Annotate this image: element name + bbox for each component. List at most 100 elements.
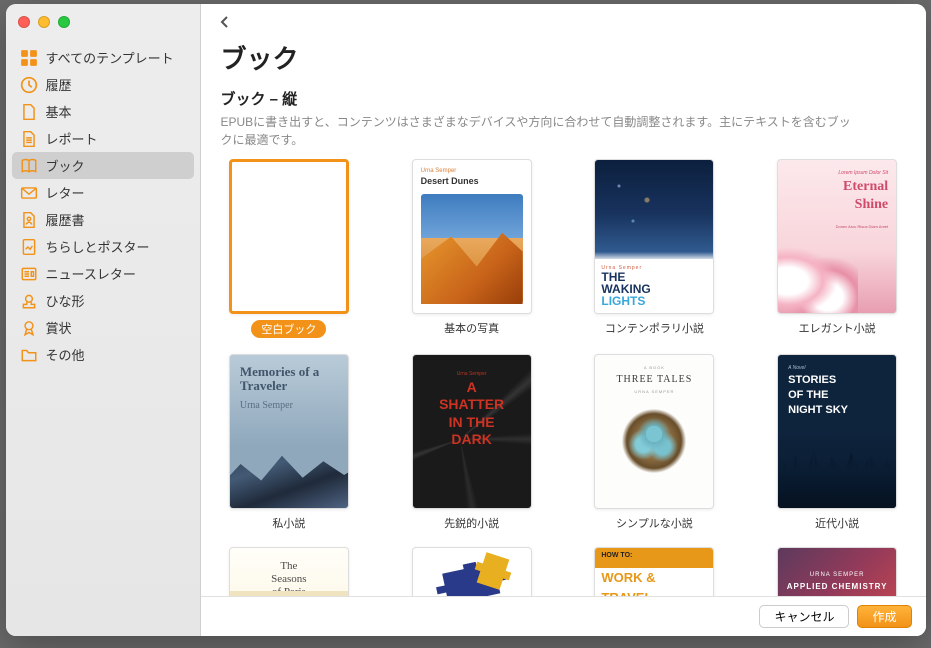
- template-card[interactable]: Urna SemperASHATTERIN THEDARK先鋭的小説: [403, 354, 540, 531]
- envelope-icon: [20, 185, 38, 201]
- cover-title: THREE TALES: [603, 374, 705, 385]
- cover-author: URNA SEMPER: [603, 389, 705, 394]
- template-grid-scroll[interactable]: 空白ブックUrna SemperDesert Dunes基本の写真Urna Se…: [201, 159, 926, 596]
- grid-icon: [20, 50, 38, 66]
- template-card[interactable]: Urna SemperTHEWAKINGLIGHTSコンテンポラリ小説: [586, 159, 723, 338]
- template-label: 基本の写真: [444, 320, 499, 336]
- template-label: 先鋭的小説: [444, 515, 499, 531]
- poster-icon: [20, 239, 38, 255]
- template-card[interactable]: A BOOK THREE TALES URNA SEMPER シンプルな小説: [586, 354, 723, 531]
- cover-line: TRAVEL: [595, 588, 713, 596]
- sidebar-item-label: 履歴書: [46, 210, 85, 229]
- sidebar-item-label: レポート: [46, 129, 98, 148]
- cancel-button[interactable]: キャンセル: [759, 605, 849, 628]
- cover-title: The: [240, 560, 338, 573]
- cover-title: Desert Dunes: [421, 176, 523, 186]
- sidebar-item-folder[interactable]: その他: [6, 341, 200, 368]
- cover-title: Seasons: [240, 573, 338, 586]
- cover-line: STORIES: [788, 374, 886, 386]
- sidebar-item-stamp[interactable]: ひな形: [6, 287, 200, 314]
- sidebar-item-label: 基本: [46, 102, 72, 121]
- cover-kicker: A BOOK: [603, 365, 705, 370]
- sidebar-item-label: ひな形: [46, 291, 85, 310]
- template-card[interactable]: HOW TO: WORK &TRAVEL: [586, 547, 723, 596]
- template-card[interactable]: Memories of a Traveler Urna Semper 私小説: [221, 354, 358, 531]
- template-label: 私小説: [272, 515, 305, 531]
- cover-line: LIGHTS: [601, 295, 707, 307]
- sidebar-item-clock[interactable]: 履歴: [6, 71, 200, 98]
- cover-sub: Donec Arcu Risus Diam Amet: [786, 224, 888, 229]
- sidebar-item-label: ブック: [46, 156, 85, 175]
- stamp-icon: [20, 293, 38, 309]
- sidebar-item-label: 賞状: [46, 318, 72, 337]
- sidebar-item-label: 履歴: [46, 75, 72, 94]
- page-title: ブック: [201, 35, 926, 86]
- cover-line: WORK &: [595, 568, 713, 588]
- zoom-window-button[interactable]: [58, 16, 70, 28]
- footer-bar: キャンセル 作成: [201, 596, 926, 636]
- template-card[interactable]: Urna Semper Desert Dunes 基本の写真: [403, 159, 540, 338]
- template-card[interactable]: 空白ブック: [221, 159, 358, 338]
- folder-icon: [20, 347, 38, 363]
- template-chooser-window: すべてのテンプレート履歴基本レポートブックレター履歴書ちらしとポスターニュースレ…: [6, 4, 926, 636]
- ribbon-icon: [20, 320, 38, 336]
- sidebar-item-envelope[interactable]: レター: [6, 179, 200, 206]
- minimize-window-button[interactable]: [38, 16, 50, 28]
- clock-icon: [20, 77, 38, 93]
- sidebar-item-news[interactable]: ニュースレター: [6, 260, 200, 287]
- cover-line: DARK: [423, 433, 521, 446]
- template-label: 近代小説: [815, 515, 859, 531]
- template-label: エレガント小説: [799, 320, 876, 336]
- template-label: シンプルな小説: [616, 515, 693, 531]
- create-button[interactable]: 作成: [857, 605, 911, 628]
- sidebar-item-book[interactable]: ブック: [12, 152, 194, 179]
- sidebar-item-label: ちらしとポスター: [46, 237, 150, 256]
- sidebar-item-doc[interactable]: 基本: [6, 98, 200, 125]
- person-doc-icon: [20, 212, 38, 228]
- template-card[interactable]: [403, 547, 540, 596]
- cover-line: SHATTER: [423, 398, 521, 411]
- cover-author: Urna Semper: [423, 371, 521, 377]
- template-card[interactable]: URNA SEMPER APPLIED CHEMISTRY FIRST EDITIO…: [769, 547, 906, 596]
- sidebar-item-doc-lines[interactable]: レポート: [6, 125, 200, 152]
- cover-title: Memories of a Traveler: [240, 365, 338, 394]
- sidebar: すべてのテンプレート履歴基本レポートブックレター履歴書ちらしとポスターニュースレ…: [6, 4, 201, 636]
- book-icon: [20, 158, 38, 174]
- sidebar-item-ribbon[interactable]: 賞状: [6, 314, 200, 341]
- section-title: ブック – 縦: [201, 86, 926, 111]
- back-button[interactable]: [217, 14, 233, 30]
- news-icon: [20, 266, 38, 282]
- sidebar-item-poster[interactable]: ちらしとポスター: [6, 233, 200, 260]
- cover-line: OF THE: [788, 389, 886, 401]
- cover-edition: FIRST EDITION: [786, 595, 888, 596]
- template-card[interactable]: TheSeasonsof ParisURNA SEMPER: [221, 547, 358, 596]
- template-label: コンテンポラリ小説: [605, 320, 704, 336]
- section-description: EPUBに書き出すと、コンテンツはさまざまなデバイスや方向に合わせて自動調整され…: [201, 111, 881, 159]
- cover-author: URNA SEMPER: [786, 572, 888, 578]
- template-card[interactable]: Lorem Ipsum Dolor Sit Eternal Shine Donec A…: [769, 159, 906, 338]
- cover-kicker: HOW TO:: [601, 552, 707, 559]
- cover-title: of Paris: [240, 586, 338, 596]
- cover-author: Lorem Ipsum Dolor Sit: [786, 170, 888, 176]
- cover-author: URNA SEMPER: [788, 494, 830, 500]
- doc-icon: [20, 104, 38, 120]
- cover-author: Urna Semper: [240, 400, 338, 411]
- cover-line: NIGHT SKY: [788, 404, 886, 416]
- sidebar-item-label: その他: [46, 345, 85, 364]
- sidebar-item-label: レター: [46, 183, 85, 202]
- main-content: ブック ブック – 縦 EPUBに書き出すと、コンテンツはさまざまなデバイスや方…: [201, 4, 926, 636]
- close-window-button[interactable]: [18, 16, 30, 28]
- cover-title: Eternal: [786, 180, 888, 194]
- cover-line: A: [423, 381, 521, 394]
- cover-kicker: A Novel: [788, 365, 886, 371]
- sidebar-item-label: ニュースレター: [46, 264, 136, 283]
- window-controls: [6, 12, 200, 44]
- sidebar-item-label: すべてのテンプレート: [46, 48, 174, 67]
- cover-title: APPLIED CHEMISTRY: [786, 582, 888, 591]
- sidebar-item-grid[interactable]: すべてのテンプレート: [6, 44, 200, 71]
- doc-lines-icon: [20, 131, 38, 147]
- cover-title: Shine: [786, 198, 888, 212]
- cover-kicker: Urna Semper: [421, 168, 523, 174]
- sidebar-item-person-doc[interactable]: 履歴書: [6, 206, 200, 233]
- template-card[interactable]: A Novel STORIES OF THE NIGHT SKY URNA SEMPER…: [769, 354, 906, 531]
